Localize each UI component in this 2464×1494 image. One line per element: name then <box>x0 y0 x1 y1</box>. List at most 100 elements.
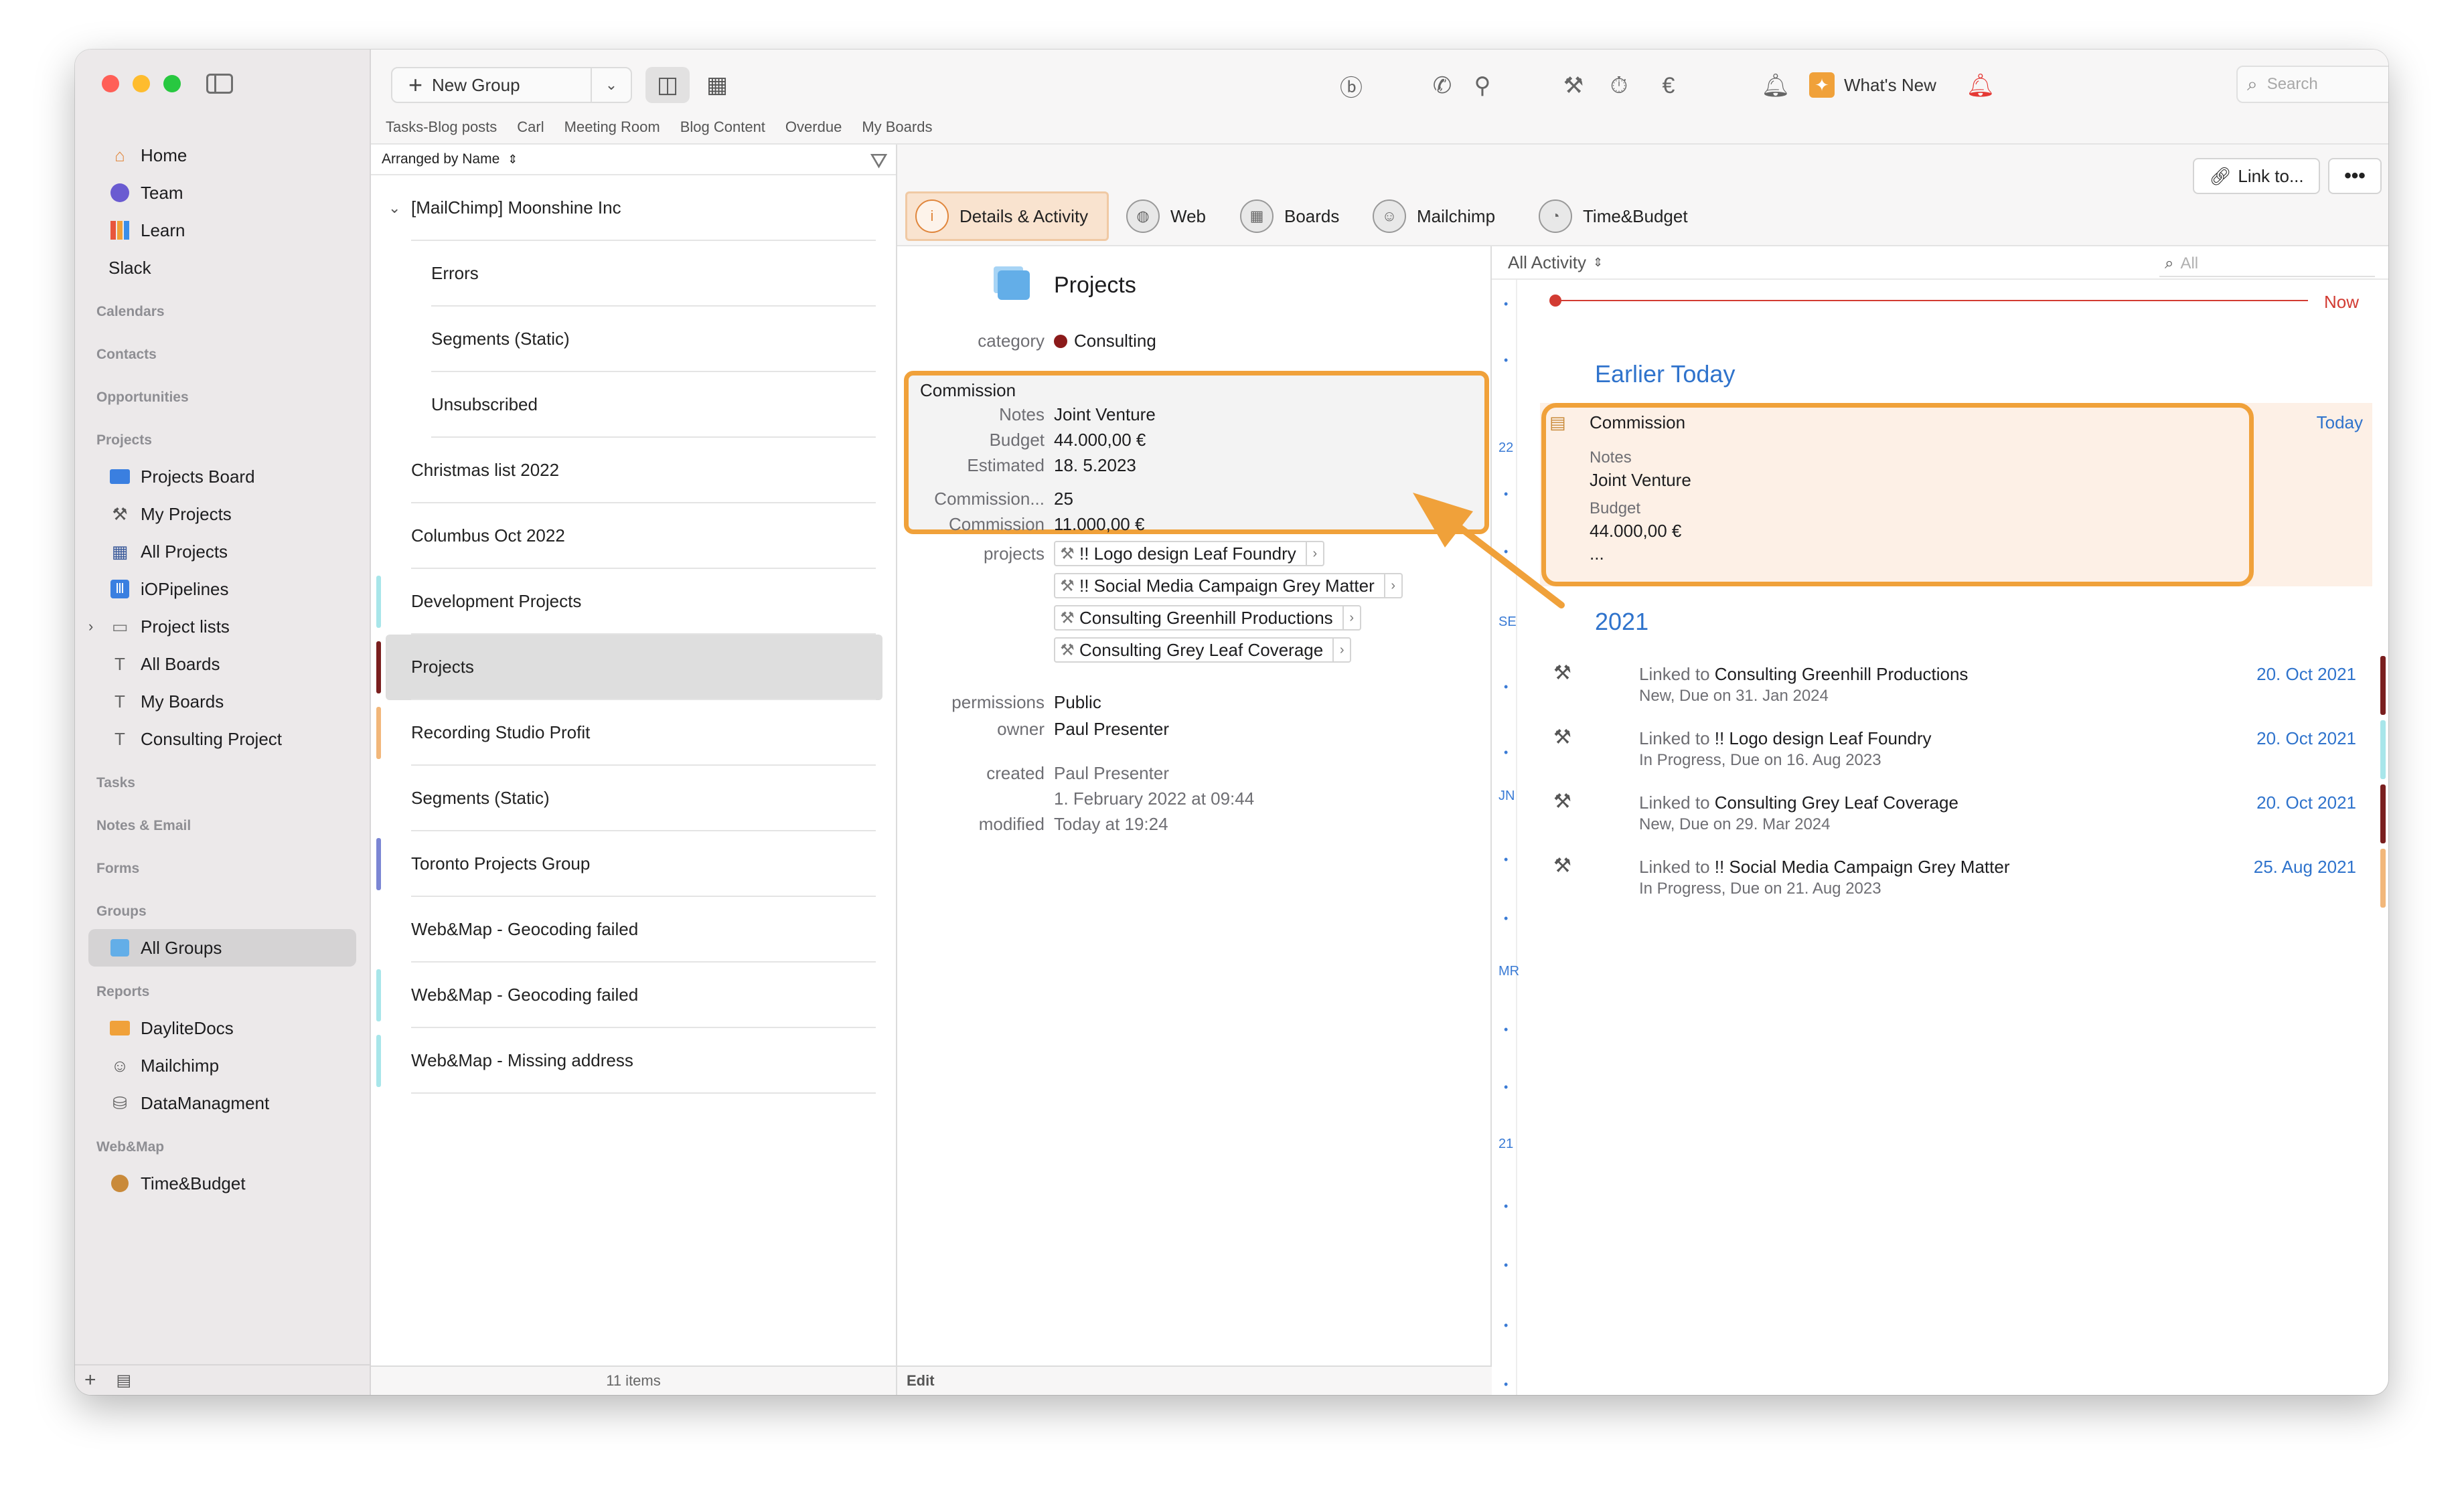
list-sort-header[interactable]: Arranged by Name ⇕ ⛛ <box>371 145 896 175</box>
favorite-tab[interactable]: Tasks-Blog posts <box>386 118 497 136</box>
list-item[interactable]: Unsubscribed <box>371 372 896 438</box>
sidebar-item-my-boards[interactable]: T My Boards <box>88 683 356 720</box>
section-notes-email[interactable]: Notes & Email <box>88 801 356 843</box>
activity-row[interactable]: ⚒ Linked to !! Social Media Campaign Grey… <box>1540 849 2386 913</box>
split-view-button[interactable]: ◫ <box>645 67 690 103</box>
filter-icon[interactable]: ⛛ <box>870 149 888 174</box>
sidebar-item-iopipelines[interactable]: ⅢiOPipelines <box>88 570 356 608</box>
table-view-button[interactable]: ▦ <box>695 67 739 103</box>
chevron-right-icon[interactable]: › <box>88 618 93 635</box>
activity-link-name[interactable]: !! Logo design Leaf Foundry <box>1715 728 1932 748</box>
project-link-chip[interactable]: ⚒ Consulting Greenhill Productions › <box>1054 605 1361 631</box>
activity-link-name[interactable]: Consulting Greenhill Productions <box>1715 664 1969 684</box>
timeline-scrubber[interactable]: • • 22 • • SE • • JN • • MR • • 21 • • •… <box>1492 280 1519 1395</box>
whats-new-button[interactable]: ✦ What's New <box>1809 67 1936 103</box>
activity-row[interactable]: ⚒ Linked to Consulting Greenhill Producti… <box>1540 656 2386 720</box>
sidebar-item-projects-board[interactable]: Projects Board <box>88 458 356 495</box>
chevron-down-icon[interactable]: ⌄ <box>591 68 631 102</box>
sidebar-item-slack[interactable]: Slack <box>88 249 356 286</box>
sidebar-item-time-budget[interactable]: Time&Budget <box>88 1165 356 1202</box>
list-item[interactable]: Projects <box>371 635 896 700</box>
list-item[interactable]: ⌄ [MailChimp] Moonshine Inc <box>371 175 896 241</box>
tab-details-activity[interactable]: i Details & Activity <box>905 191 1109 241</box>
tab-mailchimp[interactable]: ☺ Mailchimp <box>1365 191 1503 241</box>
section-contacts[interactable]: Contacts <box>88 329 356 372</box>
more-options-button[interactable]: ••• <box>2328 158 2382 194</box>
chevron-right-icon[interactable]: › <box>1332 639 1350 661</box>
sidebar-item-datamanagment[interactable]: ⛁ DataManagment <box>88 1084 356 1122</box>
link-to-button[interactable]: 🔗︎ Link to... <box>2193 158 2320 194</box>
list-item[interactable]: Web&Map - Geocoding failed <box>371 963 896 1028</box>
activity-row[interactable]: ⚒ Linked to !! Logo design Leaf Foundry In… <box>1540 720 2386 784</box>
section-webmap[interactable]: Web&Map <box>88 1122 356 1165</box>
sidebar-item-all-groups[interactable]: All Groups <box>88 929 356 967</box>
sidebar-item-daylitedocs[interactable]: DayliteDocs <box>88 1009 356 1047</box>
calendar-small-icon[interactable]: ▤ <box>117 1371 132 1390</box>
hammer-icon: ⚒ <box>1553 726 1571 748</box>
section-opportunities[interactable]: Opportunities <box>88 372 356 415</box>
list-item[interactable]: Columbus Oct 2022 <box>371 503 896 569</box>
call-log-icon[interactable]: ✆ <box>1426 70 1458 102</box>
list-item[interactable]: Segments (Static) <box>371 307 896 372</box>
project-link-chip[interactable]: ⚒!! Social Media Campaign Grey Matter › <box>1054 573 1403 598</box>
sidebar-item-home[interactable]: ⌂ Home <box>88 137 356 174</box>
search-field[interactable]: ⌕ Search <box>2236 66 2388 103</box>
zoom-window-button[interactable] <box>163 75 181 92</box>
project-action-icon[interactable]: ⚒ <box>1557 70 1590 102</box>
alert-bell-icon[interactable]: 🔔︎ <box>1965 70 1997 102</box>
section-reports[interactable]: Reports <box>88 967 356 1009</box>
list-item[interactable]: Christmas list 2022 <box>371 438 896 503</box>
activity-link-name[interactable]: !! Social Media Campaign Grey Matter <box>1715 857 2010 877</box>
tab-boards[interactable]: ▦ Boards <box>1232 191 1347 241</box>
tab-web[interactable]: ◍ Web <box>1118 191 1214 241</box>
sidebar-item-all-projects[interactable]: ▦ All Projects <box>88 533 356 570</box>
contact-action-icon[interactable]: ⚲ <box>1466 70 1498 102</box>
section-projects[interactable]: Projects <box>88 415 356 458</box>
euro-icon[interactable]: € <box>1652 70 1685 102</box>
list-item[interactable]: Web&Map - Missing address <box>371 1028 896 1094</box>
favorite-tab[interactable]: Meeting Room <box>564 118 660 136</box>
add-icon[interactable]: + <box>84 1369 96 1392</box>
sidebar-item-project-lists[interactable]: › ▭ Project lists <box>88 608 356 645</box>
list-item[interactable]: Recording Studio Profit <box>371 700 896 766</box>
chevron-right-icon[interactable]: › <box>1342 606 1360 629</box>
close-window-button[interactable] <box>102 75 119 92</box>
minimize-window-button[interactable] <box>133 75 150 92</box>
chevron-down-icon[interactable]: ⌄ <box>388 199 400 217</box>
sidebar-item-team[interactable]: Team <box>88 174 356 212</box>
clock-icon <box>108 1172 131 1195</box>
section-calendars[interactable]: Calendars <box>88 286 356 329</box>
list-item[interactable]: Errors <box>371 241 896 307</box>
activity-filter[interactable]: All Activity ⇕ ⌕ All <box>1492 246 2388 280</box>
list-item[interactable]: Web&Map - Geocoding failed <box>371 897 896 963</box>
notifications-icon[interactable]: 🔔︎ <box>1760 70 1792 102</box>
edit-button[interactable]: Edit <box>897 1365 1492 1395</box>
favorite-tab[interactable]: Blog Content <box>680 118 765 136</box>
favorite-tab[interactable]: Carl <box>517 118 544 136</box>
daylite-icon[interactable]: ⓑ <box>1335 70 1367 102</box>
activity-search-field[interactable]: ⌕ All <box>2159 252 2375 277</box>
tab-time-budget[interactable]: ◔ Time&Budget <box>1531 191 1696 241</box>
section-groups[interactable]: Groups <box>88 886 356 929</box>
favorite-tab[interactable]: Overdue <box>785 118 842 136</box>
timer-icon[interactable]: ⏱ <box>1603 70 1635 102</box>
activity-row[interactable]: ⚒ Linked to Consulting Grey Leaf Coverage… <box>1540 784 2386 849</box>
section-forms[interactable]: Forms <box>88 843 356 886</box>
chevron-right-icon[interactable]: › <box>1383 574 1401 597</box>
new-group-button[interactable]: + New Group ⌄ <box>391 67 632 103</box>
project-link-chip[interactable]: ⚒!! Logo design Leaf Foundry › <box>1054 541 1324 566</box>
favorite-tab[interactable]: My Boards <box>862 118 932 136</box>
list-item[interactable]: Segments (Static) <box>371 766 896 831</box>
chevron-right-icon[interactable]: › <box>1305 542 1323 565</box>
activity-link-name[interactable]: Consulting Grey Leaf Coverage <box>1715 793 1958 813</box>
list-item[interactable]: Toronto Projects Group <box>371 831 896 897</box>
sidebar-toggle-icon[interactable] <box>206 74 233 94</box>
sidebar-item-consulting-project[interactable]: T Consulting Project <box>88 720 356 758</box>
list-item[interactable]: Development Projects <box>371 569 896 635</box>
project-link-chip[interactable]: ⚒ Consulting Grey Leaf Coverage › <box>1054 637 1352 663</box>
sidebar-item-my-projects[interactable]: ⚒ My Projects <box>88 495 356 533</box>
sidebar-item-mailchimp[interactable]: ☺ Mailchimp <box>88 1047 356 1084</box>
section-tasks[interactable]: Tasks <box>88 758 356 801</box>
sidebar-item-learn[interactable]: Learn <box>88 212 356 249</box>
sidebar-item-all-boards[interactable]: T All Boards <box>88 645 356 683</box>
